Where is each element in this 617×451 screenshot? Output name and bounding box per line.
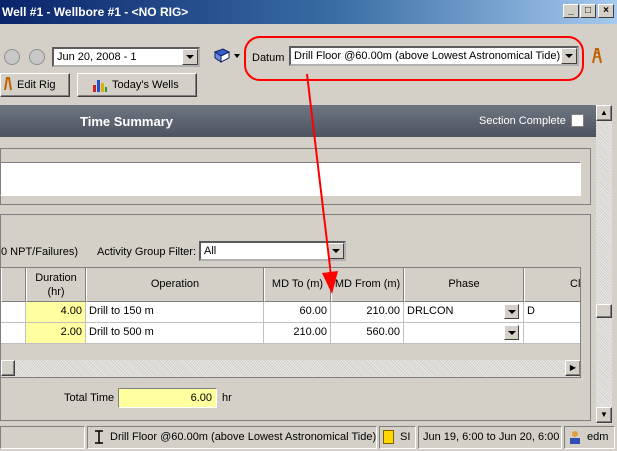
- cl-cell[interactable]: D: [524, 302, 580, 323]
- rig-icon[interactable]: [590, 47, 604, 64]
- bar-chart-icon: [92, 77, 108, 93]
- scroll-down-icon[interactable]: ▼: [596, 407, 612, 423]
- total-time-unit: hr: [222, 392, 232, 404]
- operation-cell[interactable]: Drill to 150 m: [86, 302, 264, 323]
- header-phase[interactable]: Phase: [404, 268, 524, 302]
- table-header-blank: [1, 268, 26, 302]
- row-selector[interactable]: [1, 323, 26, 344]
- chevron-down-icon[interactable]: [504, 304, 519, 319]
- status-user: edm: [564, 426, 615, 449]
- status-datum: Drill Floor @60.00m (above Lowest Astron…: [87, 426, 377, 449]
- row-selector[interactable]: [1, 302, 26, 323]
- duration-cell[interactable]: 4.00: [26, 302, 86, 323]
- date-select[interactable]: Jun 20, 2008 - 1: [52, 47, 200, 67]
- window-title: Well #1 - Wellbore #1 - <NO RIG>: [2, 5, 189, 19]
- activity-group-filter-label: Activity Group Filter:: [97, 246, 197, 258]
- section-complete-label: Section Complete: [479, 115, 566, 127]
- maximize-button[interactable]: □: [580, 4, 596, 18]
- dropdown-arrow-icon[interactable]: [234, 54, 240, 58]
- title-bar: Well #1 - Wellbore #1 - <NO RIG> _ □ ×: [0, 0, 617, 24]
- depth-icon: [93, 430, 105, 444]
- units-icon: [383, 430, 394, 444]
- header-cl[interactable]: Cl: [524, 268, 580, 302]
- book-icon[interactable]: [213, 48, 231, 64]
- duration-cell[interactable]: 2.00: [26, 323, 86, 344]
- vertical-scrollbar[interactable]: ▲ ▼: [596, 105, 612, 424]
- annotation-arrow: [306, 73, 338, 294]
- scroll-right-icon[interactable]: ▶: [565, 360, 580, 376]
- operation-cell[interactable]: Drill to 500 m: [86, 323, 264, 344]
- horizontal-scrollbar[interactable]: ▶: [1, 360, 580, 377]
- todays-wells-button[interactable]: Today's Wells: [77, 73, 197, 97]
- status-segment-blank: [0, 426, 85, 449]
- panel-title: Time Summary: [80, 114, 173, 129]
- user-icon: [569, 430, 581, 444]
- md-from-cell[interactable]: 210.00: [331, 302, 404, 323]
- chevron-down-icon[interactable]: [504, 325, 519, 340]
- edit-rig-button[interactable]: Edit Rig: [0, 73, 70, 97]
- cl-cell[interactable]: [524, 323, 580, 344]
- md-to-cell[interactable]: 210.00: [264, 323, 331, 344]
- status-time-range: Jun 19, 6:00 to Jun 20, 6:00: [418, 426, 562, 449]
- pause-icon[interactable]: [4, 49, 20, 65]
- next-icon[interactable]: [29, 49, 45, 65]
- scroll-thumb[interactable]: [596, 304, 612, 318]
- phase-cell[interactable]: DRLCON: [404, 302, 524, 323]
- close-button[interactable]: ×: [598, 4, 614, 18]
- total-time-field: 6.00: [118, 388, 217, 408]
- header-duration[interactable]: Duration (hr): [26, 268, 86, 302]
- scroll-up-icon[interactable]: ▲: [596, 105, 612, 121]
- minimize-button[interactable]: _: [563, 4, 579, 18]
- section-complete-checkbox[interactable]: [571, 114, 584, 127]
- phase-cell[interactable]: [404, 323, 524, 344]
- header-operation[interactable]: Operation: [86, 268, 264, 302]
- scroll-thumb[interactable]: [1, 360, 15, 376]
- status-units: SI: [379, 426, 416, 449]
- chevron-down-icon[interactable]: [182, 49, 198, 65]
- md-from-cell[interactable]: 560.00: [331, 323, 404, 344]
- rig-icon: [3, 77, 13, 91]
- npt-failures-label: 0 NPT/Failures): [1, 246, 79, 258]
- total-time-label: Total Time: [64, 392, 115, 404]
- md-to-cell[interactable]: 60.00: [264, 302, 331, 323]
